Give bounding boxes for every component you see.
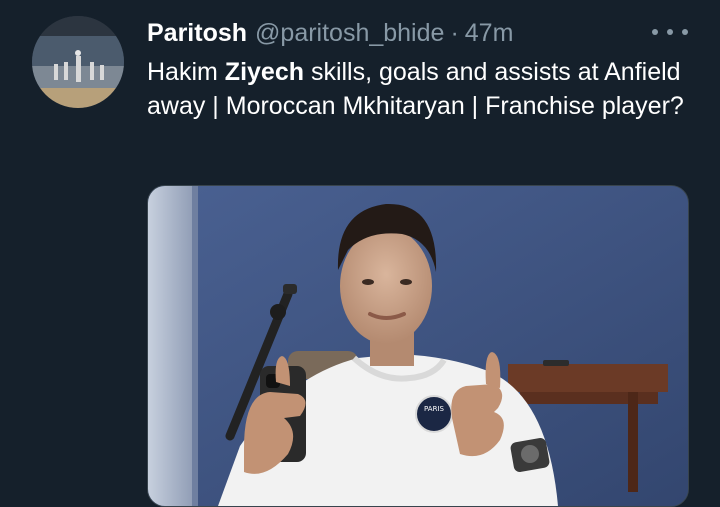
more-dot <box>682 29 688 35</box>
more-dot <box>667 29 673 35</box>
more-options-icon[interactable] <box>652 20 688 44</box>
avatar[interactable] <box>32 16 124 108</box>
tweet-media-image[interactable]: PARIS <box>147 185 689 507</box>
tweet-header: Paritosh @paritosh_bhide · 47m <box>147 16 513 50</box>
timestamp[interactable]: 47m <box>465 19 514 48</box>
tweet-text-bold: Ziyech <box>224 58 304 86</box>
media-photo: PARIS <box>148 186 688 506</box>
display-name[interactable]: Paritosh <box>147 19 247 48</box>
tweet-text-part: Hakim <box>147 58 225 86</box>
more-dot <box>652 29 658 35</box>
shirt-badge-text: PARIS <box>424 405 444 413</box>
avatar-image <box>32 16 124 108</box>
tweet-text: Hakim Ziyech skills, goals and assists a… <box>147 55 687 123</box>
separator-dot: · <box>450 18 459 47</box>
tweet-card[interactable]: Paritosh @paritosh_bhide · 47m Hakim Ziy… <box>0 0 720 507</box>
user-handle[interactable]: @paritosh_bhide <box>255 19 444 48</box>
